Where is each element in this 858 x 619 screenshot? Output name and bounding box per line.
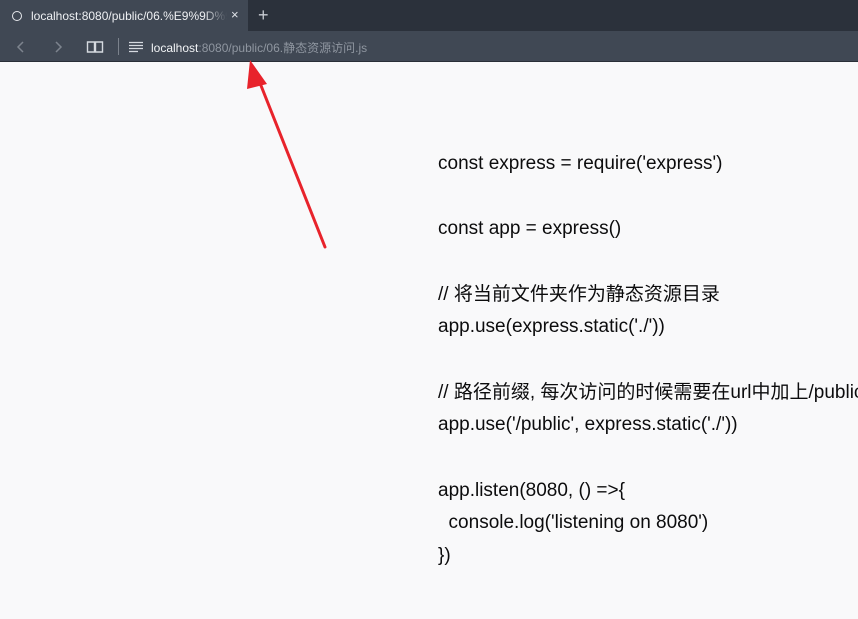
annotation-arrow-icon: [247, 60, 327, 249]
browser-window: localhost:8080/public/06.%E9%9D%99 × + l…: [0, 0, 858, 619]
